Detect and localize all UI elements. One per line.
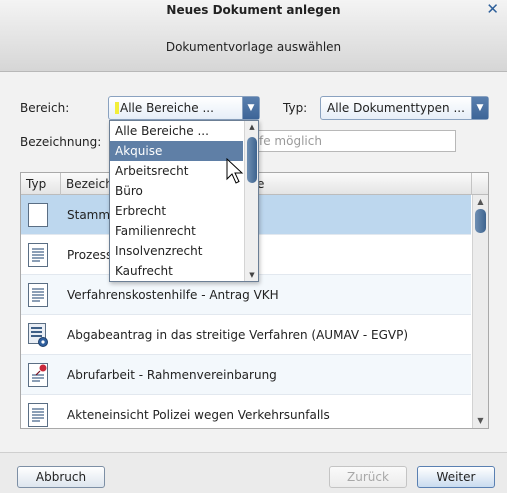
dialog-title: Neues Dokument anlegen [166, 3, 341, 17]
table-row[interactable]: Abrufarbeit - Rahmenvereinbarung [21, 355, 471, 395]
next-button[interactable]: Weiter [417, 466, 495, 488]
text-cursor-highlight [115, 102, 119, 114]
dropdown-item-selected[interactable]: Akquise [110, 141, 243, 161]
bereich-dropdown-list[interactable]: Alle Bereiche ... Akquise Arbeitsrecht B… [109, 120, 259, 282]
form-gear-document-icon [28, 323, 48, 347]
scroll-up-icon[interactable]: ▲ [245, 121, 258, 133]
typ-select-value: Alle Dokumenttypen ... [327, 101, 465, 115]
text-document-icon [28, 243, 48, 267]
cancel-button[interactable]: Abbruch [17, 466, 105, 488]
mouse-pointer-icon [226, 158, 244, 184]
dialog-footer: Abbruch Zurück Weiter [0, 452, 507, 493]
row-name: Stamml [67, 208, 114, 222]
bezeichnung-label: Bezeichnung: [20, 135, 102, 149]
scrollbar-thumb[interactable] [475, 209, 486, 233]
typ-select[interactable]: Alle Dokumenttypen ... ▼ [320, 96, 489, 120]
table-scrollbar[interactable]: ▲ ▼ [472, 195, 488, 428]
scroll-up-icon[interactable]: ▲ [473, 195, 488, 209]
dropdown-item[interactable]: Familienrecht [110, 221, 243, 241]
table-row[interactable]: Akteneinsicht Polizei wegen Verkehrsunfa… [21, 395, 471, 428]
scrollbar-thumb[interactable] [247, 137, 257, 183]
dropdown-item[interactable]: Alle Bereiche ... [110, 121, 243, 141]
dropdown-item[interactable]: Erbrecht [110, 201, 243, 221]
scroll-down-icon[interactable]: ▼ [245, 269, 258, 281]
bereich-label: Bereich: [20, 101, 70, 115]
document-pin-icon [28, 363, 48, 387]
blank-document-icon [28, 203, 48, 227]
dropdown-item[interactable]: Kaufrecht [110, 261, 243, 281]
bereich-select-value: Alle Bereiche ... [120, 101, 214, 115]
dialog-subtitle: Dokumentvorlage auswählen [165, 40, 342, 54]
text-document-icon [28, 283, 48, 307]
scroll-down-icon[interactable]: ▼ [473, 414, 488, 428]
back-button[interactable]: Zurück [329, 466, 407, 488]
row-name: Akteneinsicht Polizei wegen Verkehrsunfa… [67, 408, 330, 422]
dropdown-item[interactable]: Insolvenzrecht [110, 241, 243, 261]
dropdown-item[interactable]: Arbeitsrecht [110, 161, 243, 181]
chevron-down-icon[interactable]: ▼ [242, 97, 259, 119]
row-name: Abgabeantrag in das streitige Verfahren … [67, 328, 409, 342]
typ-label: Typ: [283, 101, 308, 115]
text-document-icon [28, 403, 48, 427]
dialog-header: Neues Dokument anlegen ✕ Dokumentvorlage… [0, 0, 507, 72]
bezeichnung-input[interactable]: fe möglich [240, 130, 456, 152]
bereich-select[interactable]: Alle Bereiche ... ▼ [108, 96, 260, 120]
table-row[interactable]: Abgabeantrag in das streitige Verfahren … [21, 315, 471, 355]
dropdown-item[interactable]: Büro [110, 181, 243, 201]
chevron-down-icon[interactable]: ▼ [471, 97, 488, 119]
dropdown-scrollbar[interactable]: ▲ ▼ [244, 121, 258, 281]
row-name: Abrufarbeit - Rahmenvereinbarung [67, 368, 277, 382]
close-icon[interactable]: ✕ [486, 1, 499, 17]
column-header-typ[interactable]: Typ [21, 173, 61, 195]
column-header-bezeichnung-label: Bezeich [66, 177, 113, 191]
row-name: Prozess [67, 248, 113, 262]
